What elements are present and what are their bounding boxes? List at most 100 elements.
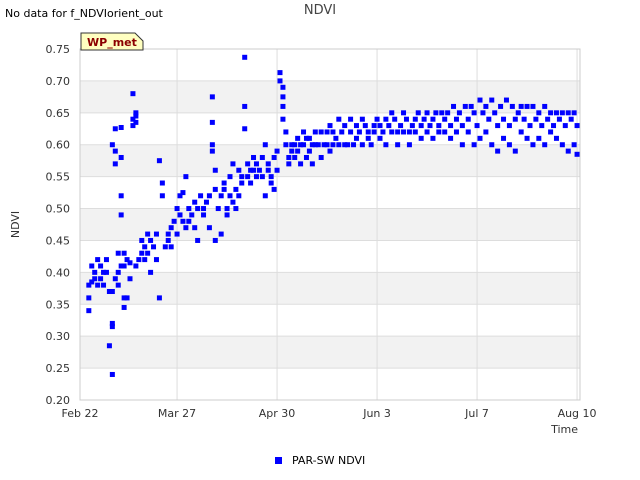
data-point <box>498 103 504 109</box>
data-point <box>133 119 139 125</box>
data-point <box>262 193 268 199</box>
data-point <box>424 129 430 135</box>
data-point <box>359 142 365 148</box>
data-point <box>303 154 309 160</box>
data-point <box>324 129 330 135</box>
data-point <box>280 94 286 100</box>
data-point <box>286 161 292 167</box>
data-point <box>168 225 174 231</box>
data-point <box>192 199 198 205</box>
x-tick-label: Jul 7 <box>464 407 489 420</box>
data-point <box>401 129 407 135</box>
data-point <box>148 237 154 243</box>
data-point <box>209 119 215 125</box>
data-point <box>565 110 571 116</box>
data-point <box>474 123 480 129</box>
chart-svg: 0.20 0.25 0.30 0.35 0.40 0.45 0.50 0.55 0.60 0.65… <box>9 32 597 467</box>
data-point <box>495 123 501 129</box>
grid-band <box>80 272 580 305</box>
data-point <box>212 167 218 173</box>
data-point <box>277 70 283 76</box>
data-point <box>374 116 380 122</box>
data-point <box>153 231 159 237</box>
data-point <box>286 154 292 160</box>
data-point <box>430 116 436 122</box>
data-point <box>139 250 145 256</box>
data-point <box>559 142 565 148</box>
data-point <box>442 116 448 122</box>
data-point <box>406 142 412 148</box>
data-point <box>518 103 524 109</box>
data-point <box>324 142 330 148</box>
data-point <box>309 161 315 167</box>
data-point <box>301 129 307 135</box>
badge-label: WP_met <box>87 36 137 49</box>
data-point <box>439 110 445 116</box>
data-point <box>215 206 221 212</box>
data-point <box>398 123 404 129</box>
data-point <box>92 269 98 275</box>
data-point <box>342 123 348 129</box>
data-point <box>127 260 133 266</box>
x-tick-label: Aug 10 <box>558 407 597 420</box>
data-point <box>233 206 239 212</box>
data-point <box>153 257 159 263</box>
data-point <box>283 142 289 148</box>
data-point <box>401 110 407 116</box>
data-point <box>301 142 307 148</box>
data-point <box>295 135 301 141</box>
data-point <box>195 206 201 212</box>
data-point <box>198 193 204 199</box>
data-point <box>501 116 507 122</box>
data-point <box>212 186 218 192</box>
data-point <box>509 103 515 109</box>
data-point <box>183 174 189 180</box>
data-point <box>230 161 236 167</box>
data-point <box>453 116 459 122</box>
data-point <box>345 142 351 148</box>
data-point <box>268 180 274 186</box>
data-point <box>506 142 512 148</box>
data-point <box>542 142 548 148</box>
data-point <box>412 129 418 135</box>
data-point <box>453 129 459 135</box>
data-point <box>442 129 448 135</box>
data-point <box>371 123 377 129</box>
data-point <box>489 142 495 148</box>
data-point <box>209 142 215 148</box>
data-point <box>245 174 251 180</box>
data-point <box>292 154 298 160</box>
data-point <box>471 142 477 148</box>
data-point <box>368 142 374 148</box>
data-point <box>359 116 365 122</box>
data-point <box>448 135 454 141</box>
data-point <box>177 212 183 218</box>
data-point <box>224 212 230 218</box>
data-point <box>139 237 145 243</box>
data-point <box>383 116 389 122</box>
y-tick-label: 0.35 <box>46 298 71 311</box>
data-point <box>395 129 401 135</box>
data-point <box>92 276 98 282</box>
data-point <box>524 135 530 141</box>
y-tick-label: 0.60 <box>46 139 71 152</box>
data-point <box>192 225 198 231</box>
data-point <box>136 257 142 263</box>
data-point <box>556 116 562 122</box>
data-point <box>168 244 174 250</box>
data-point <box>409 123 415 129</box>
data-point <box>465 129 471 135</box>
data-point <box>298 161 304 167</box>
data-point <box>295 148 301 154</box>
data-point <box>336 116 342 122</box>
data-point <box>462 103 468 109</box>
x-axis-label: Time <box>550 423 578 436</box>
data-point <box>112 148 118 154</box>
data-point <box>483 129 489 135</box>
data-point <box>236 167 242 173</box>
data-point <box>236 193 242 199</box>
data-point <box>115 282 121 288</box>
data-point <box>486 116 492 122</box>
data-point <box>118 124 124 130</box>
data-point <box>180 190 186 196</box>
